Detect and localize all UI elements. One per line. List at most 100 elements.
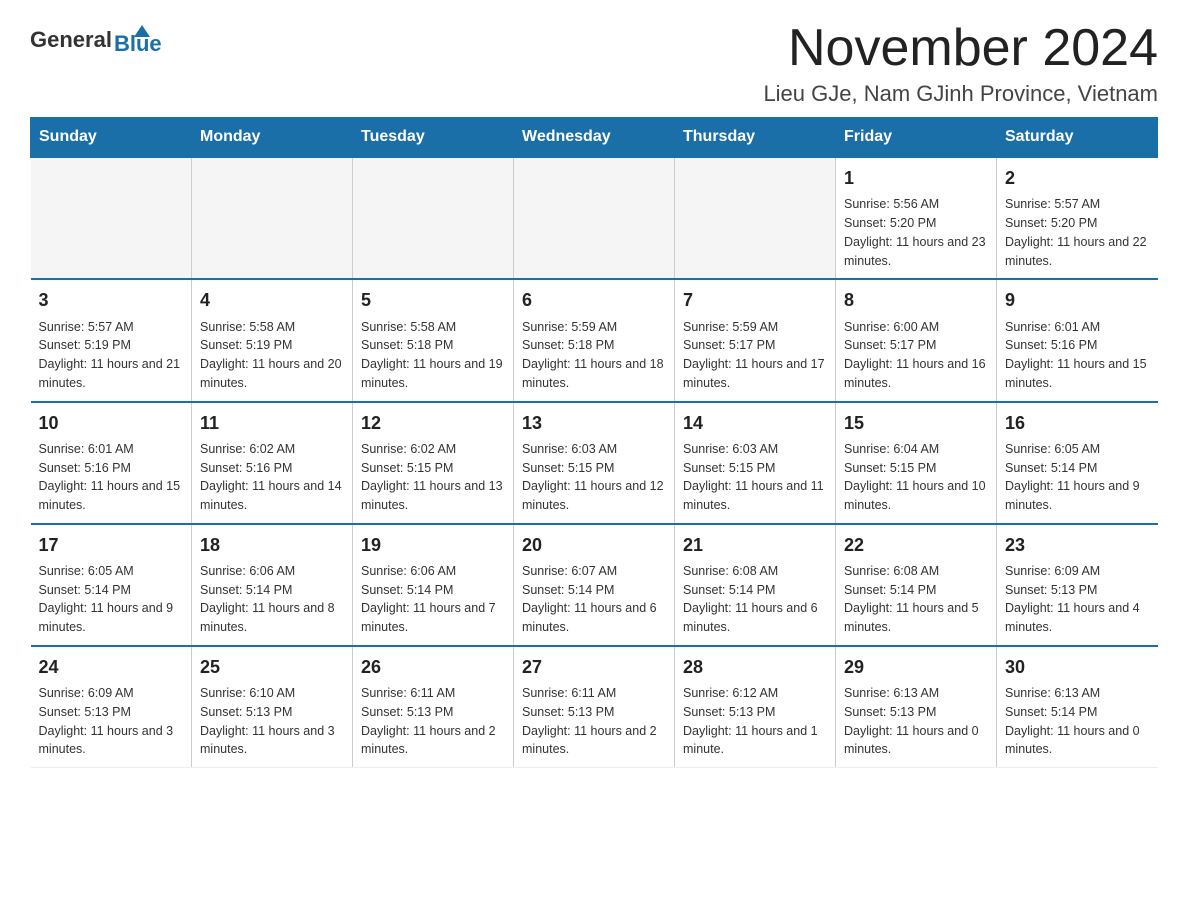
calendar-cell (31, 157, 192, 279)
calendar-cell (353, 157, 514, 279)
calendar-cell: 4 Sunrise: 5:58 AMSunset: 5:19 PMDaylight… (192, 279, 353, 401)
day-number: 4 (200, 288, 344, 313)
day-info: Sunrise: 6:00 AMSunset: 5:17 PMDaylight:… (844, 318, 988, 393)
day-number: 6 (522, 288, 666, 313)
day-info: Sunrise: 6:12 AMSunset: 5:13 PMDaylight:… (683, 684, 827, 759)
page-title: November 2024 (763, 20, 1158, 77)
day-number: 5 (361, 288, 505, 313)
calendar-cell (675, 157, 836, 279)
day-number: 30 (1005, 655, 1150, 680)
day-info: Sunrise: 6:03 AMSunset: 5:15 PMDaylight:… (522, 440, 666, 515)
day-number: 11 (200, 411, 344, 436)
day-info: Sunrise: 6:08 AMSunset: 5:14 PMDaylight:… (683, 562, 827, 637)
page-header: General Blue November 2024 Lieu GJe, Nam… (30, 20, 1158, 107)
day-number: 28 (683, 655, 827, 680)
day-number: 21 (683, 533, 827, 558)
day-info: Sunrise: 6:02 AMSunset: 5:16 PMDaylight:… (200, 440, 344, 515)
calendar-week-row: 1 Sunrise: 5:56 AMSunset: 5:20 PMDaylight… (31, 157, 1158, 279)
day-info: Sunrise: 6:08 AMSunset: 5:14 PMDaylight:… (844, 562, 988, 637)
calendar-cell: 3 Sunrise: 5:57 AMSunset: 5:19 PMDaylight… (31, 279, 192, 401)
calendar-week-row: 17Sunrise: 6:05 AMSunset: 5:14 PMDayligh… (31, 524, 1158, 646)
calendar-cell: 16Sunrise: 6:05 AMSunset: 5:14 PMDayligh… (997, 402, 1158, 524)
calendar-cell: 28 Sunrise: 6:12 AMSunset: 5:13 PMDayligh… (675, 646, 836, 768)
calendar-cell: 20Sunrise: 6:07 AMSunset: 5:14 PMDayligh… (514, 524, 675, 646)
day-number: 26 (361, 655, 505, 680)
day-info: Sunrise: 5:59 AMSunset: 5:17 PMDaylight:… (683, 318, 827, 393)
day-number: 9 (1005, 288, 1150, 313)
day-info: Sunrise: 6:09 AMSunset: 5:13 PMDaylight:… (39, 684, 184, 759)
calendar-cell: 14Sunrise: 6:03 AMSunset: 5:15 PMDayligh… (675, 402, 836, 524)
calendar-cell: 25 Sunrise: 6:10 AMSunset: 5:13 PMDayligh… (192, 646, 353, 768)
day-number: 7 (683, 288, 827, 313)
weekday-sunday: Sunday (31, 118, 192, 158)
weekday-tuesday: Tuesday (353, 118, 514, 158)
day-number: 23 (1005, 533, 1150, 558)
day-number: 1 (844, 166, 988, 191)
calendar-cell: 19Sunrise: 6:06 AMSunset: 5:14 PMDayligh… (353, 524, 514, 646)
day-number: 3 (39, 288, 184, 313)
calendar-cell: 5 Sunrise: 5:58 AMSunset: 5:18 PMDaylight… (353, 279, 514, 401)
day-info: Sunrise: 6:07 AMSunset: 5:14 PMDaylight:… (522, 562, 666, 637)
day-number: 25 (200, 655, 344, 680)
day-number: 19 (361, 533, 505, 558)
day-number: 18 (200, 533, 344, 558)
day-info: Sunrise: 5:59 AMSunset: 5:18 PMDaylight:… (522, 318, 666, 393)
logo: General Blue (30, 20, 162, 55)
day-info: Sunrise: 6:11 AMSunset: 5:13 PMDaylight:… (361, 684, 505, 759)
calendar-cell: 10Sunrise: 6:01 AMSunset: 5:16 PMDayligh… (31, 402, 192, 524)
day-number: 24 (39, 655, 184, 680)
calendar-cell: 18 Sunrise: 6:06 AMSunset: 5:14 PMDayligh… (192, 524, 353, 646)
day-number: 27 (522, 655, 666, 680)
calendar-cell: 21 Sunrise: 6:08 AMSunset: 5:14 PMDayligh… (675, 524, 836, 646)
day-number: 10 (39, 411, 184, 436)
calendar-week-row: 24 Sunrise: 6:09 AMSunset: 5:13 PMDayligh… (31, 646, 1158, 768)
day-info: Sunrise: 5:58 AMSunset: 5:18 PMDaylight:… (361, 318, 505, 393)
weekday-monday: Monday (192, 118, 353, 158)
calendar-cell: 23 Sunrise: 6:09 AMSunset: 5:13 PMDayligh… (997, 524, 1158, 646)
calendar-cell: 22 Sunrise: 6:08 AMSunset: 5:14 PMDayligh… (836, 524, 997, 646)
day-info: Sunrise: 6:06 AMSunset: 5:14 PMDaylight:… (200, 562, 344, 637)
logo-blue-text: Blue (114, 33, 162, 55)
calendar-cell: 30 Sunrise: 6:13 AMSunset: 5:14 PMDayligh… (997, 646, 1158, 768)
weekday-header-row: SundayMondayTuesdayWednesdayThursdayFrid… (31, 118, 1158, 158)
calendar-cell: 17Sunrise: 6:05 AMSunset: 5:14 PMDayligh… (31, 524, 192, 646)
logo-general-text: General (30, 29, 112, 51)
day-number: 29 (844, 655, 988, 680)
weekday-saturday: Saturday (997, 118, 1158, 158)
day-number: 13 (522, 411, 666, 436)
calendar-header: SundayMondayTuesdayWednesdayThursdayFrid… (31, 118, 1158, 158)
day-number: 8 (844, 288, 988, 313)
calendar-cell: 27Sunrise: 6:11 AMSunset: 5:13 PMDayligh… (514, 646, 675, 768)
title-area: November 2024 Lieu GJe, Nam GJinh Provin… (763, 20, 1158, 107)
calendar-cell: 8 Sunrise: 6:00 AMSunset: 5:17 PMDaylight… (836, 279, 997, 401)
calendar-cell: 12Sunrise: 6:02 AMSunset: 5:15 PMDayligh… (353, 402, 514, 524)
calendar-cell: 6 Sunrise: 5:59 AMSunset: 5:18 PMDaylight… (514, 279, 675, 401)
day-number: 2 (1005, 166, 1150, 191)
calendar-cell: 11 Sunrise: 6:02 AMSunset: 5:16 PMDayligh… (192, 402, 353, 524)
calendar-cell (192, 157, 353, 279)
day-info: Sunrise: 5:57 AMSunset: 5:19 PMDaylight:… (39, 318, 184, 393)
day-info: Sunrise: 6:09 AMSunset: 5:13 PMDaylight:… (1005, 562, 1150, 637)
day-info: Sunrise: 5:56 AMSunset: 5:20 PMDaylight:… (844, 195, 988, 270)
day-info: Sunrise: 6:13 AMSunset: 5:14 PMDaylight:… (1005, 684, 1150, 759)
calendar-cell (514, 157, 675, 279)
calendar-week-row: 10Sunrise: 6:01 AMSunset: 5:16 PMDayligh… (31, 402, 1158, 524)
day-info: Sunrise: 6:02 AMSunset: 5:15 PMDaylight:… (361, 440, 505, 515)
weekday-thursday: Thursday (675, 118, 836, 158)
day-info: Sunrise: 6:05 AMSunset: 5:14 PMDaylight:… (1005, 440, 1150, 515)
day-info: Sunrise: 5:58 AMSunset: 5:19 PMDaylight:… (200, 318, 344, 393)
day-number: 17 (39, 533, 184, 558)
day-info: Sunrise: 6:10 AMSunset: 5:13 PMDaylight:… (200, 684, 344, 759)
calendar-cell: 29Sunrise: 6:13 AMSunset: 5:13 PMDayligh… (836, 646, 997, 768)
calendar-body: 1 Sunrise: 5:56 AMSunset: 5:20 PMDaylight… (31, 157, 1158, 767)
day-info: Sunrise: 5:57 AMSunset: 5:20 PMDaylight:… (1005, 195, 1150, 270)
calendar-cell: 24 Sunrise: 6:09 AMSunset: 5:13 PMDayligh… (31, 646, 192, 768)
calendar-table: SundayMondayTuesdayWednesdayThursdayFrid… (30, 117, 1158, 768)
day-number: 15 (844, 411, 988, 436)
calendar-cell: 26 Sunrise: 6:11 AMSunset: 5:13 PMDayligh… (353, 646, 514, 768)
weekday-wednesday: Wednesday (514, 118, 675, 158)
calendar-cell: 9Sunrise: 6:01 AMSunset: 5:16 PMDaylight… (997, 279, 1158, 401)
page-subtitle: Lieu GJe, Nam GJinh Province, Vietnam (763, 81, 1158, 107)
day-number: 22 (844, 533, 988, 558)
calendar-cell: 7 Sunrise: 5:59 AMSunset: 5:17 PMDaylight… (675, 279, 836, 401)
